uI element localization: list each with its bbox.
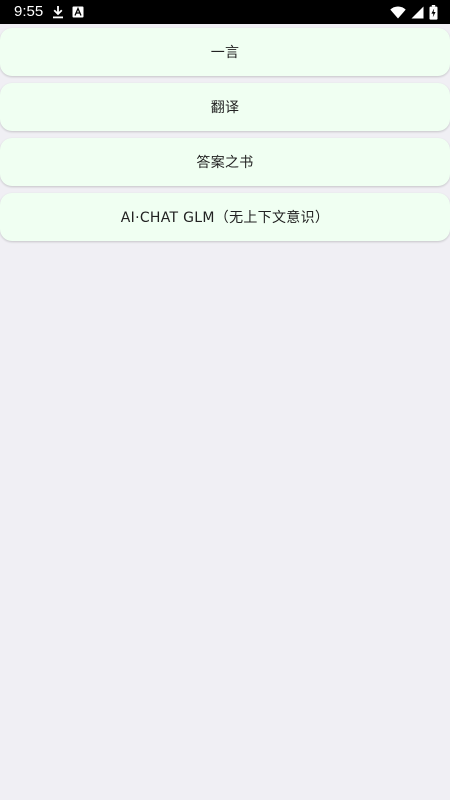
menu-item-label: 一言: [210, 45, 240, 61]
battery-charging-icon: [429, 4, 438, 20]
menu-item-translate[interactable]: 翻译: [0, 83, 450, 131]
status-time: 9:55: [14, 3, 44, 20]
a-badge-icon: [72, 6, 84, 18]
menu-list: 一言 翻译 答案之书 AI·CHAT GLM（无上下文意识）: [0, 28, 450, 248]
menu-item-label: AI·CHAT GLM（无上下文意识）: [120, 210, 330, 226]
menu-item-label: 答案之书: [196, 155, 254, 171]
download-icon: [52, 5, 64, 19]
status-notification-icons: [52, 4, 84, 20]
menu-item-ai-chat-glm[interactable]: AI·CHAT GLM（无上下文意识）: [0, 193, 450, 241]
cellular-signal-icon: [411, 6, 424, 19]
menu-item-yiyan[interactable]: 一言: [0, 28, 450, 76]
wifi-icon: [390, 5, 406, 19]
menu-item-book-of-answers[interactable]: 答案之书: [0, 138, 450, 186]
menu-item-label: 翻译: [210, 100, 240, 116]
status-system-icons: [390, 4, 438, 20]
status-bar: 9:55: [0, 0, 450, 24]
